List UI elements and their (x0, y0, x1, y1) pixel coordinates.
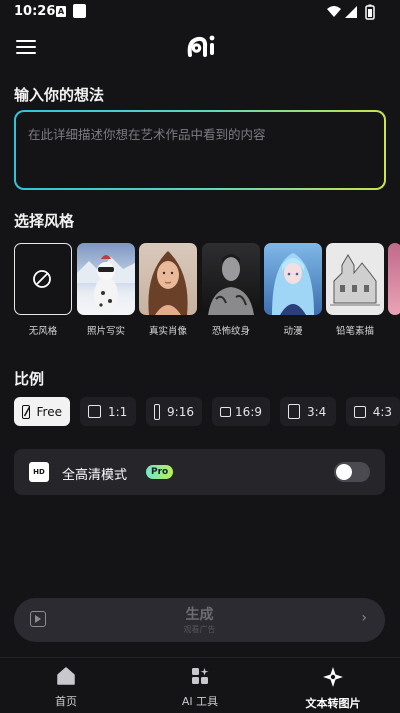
pro-badge: Pro (146, 465, 174, 479)
style-item-tattoo[interactable]: 恐怖纹身 (202, 243, 260, 337)
nav-item-text-to-image[interactable]: 文本转图片 (288, 666, 378, 711)
style-label: 照片写实 (86, 326, 125, 337)
hd-mode-card: HD 全高清模式 Pro (14, 449, 385, 495)
prompt-input-placeholder[interactable]: 在此详细描述你想在艺术作品中看到的内容 (28, 124, 266, 143)
generate-button[interactable]: 生成 观看广告 › (14, 598, 385, 642)
nav-label-text-to-image: 文本转图片 (305, 697, 361, 710)
style-portrait-thumb[interactable] (139, 243, 197, 315)
ratio-label: Free (36, 404, 62, 419)
style-label: 铅笔素描 (335, 326, 374, 337)
nav-label-home: 首页 (55, 695, 77, 708)
generate-sublabel: 观看广告 (183, 625, 216, 634)
free-ratio-icon (22, 404, 31, 419)
ratio-option-1-1[interactable]: 1:1 (80, 397, 136, 426)
ratio-option-3-4[interactable]: 3:4 (280, 397, 336, 426)
wifi-signal-battery-icon (327, 4, 375, 20)
style-item-photo[interactable]: 照片写实 (77, 243, 135, 337)
hd-mode-toggle[interactable] (334, 462, 370, 482)
style-label: 真实肖像 (148, 326, 187, 337)
style-label: 动漫 (283, 326, 303, 337)
style-tattoo-thumb[interactable] (202, 243, 260, 315)
ratio-label: 9:16 (167, 404, 194, 419)
landscape-ratio-icon (220, 406, 232, 417)
app-logo (186, 33, 216, 66)
chevron-right-icon: › (361, 610, 367, 626)
status-bar: 10:26 A (0, 0, 400, 24)
style-item-pencil[interactable]: 铅笔素描 (326, 243, 384, 337)
hd-mode-label: 全高清模式 (62, 468, 128, 483)
style-item-anime[interactable]: 动漫 (264, 243, 322, 337)
style-pencil-thumb[interactable] (326, 243, 384, 315)
ratio-option-free[interactable]: Free (14, 397, 70, 426)
ratio-label: 4:3 (372, 404, 392, 419)
hd-icon: HD (29, 462, 49, 482)
landscape-ratio-icon (354, 405, 366, 418)
bottom-nav: 首页 AI 工具 文本转图片 (0, 657, 400, 713)
style-item-portrait[interactable]: 真实肖像 (139, 243, 197, 337)
sparkle-icon (323, 667, 343, 687)
toggle-knob (336, 464, 352, 480)
no-style-icon (33, 270, 51, 288)
style-photo-thumb[interactable] (77, 243, 135, 315)
ratio-label: 3:4 (307, 404, 327, 419)
notification-a-icon: A (56, 6, 66, 17)
menu-icon[interactable] (16, 40, 36, 54)
style-label: 恐怖纹身 (211, 326, 250, 337)
style-label: 无风格 (28, 326, 58, 337)
style-item-none[interactable]: 无风格 (14, 243, 72, 337)
nav-item-home[interactable]: 首页 (21, 666, 111, 709)
prompt-section-title: 输入你的想法 (14, 86, 105, 104)
ratio-option-4-3[interactable]: 4:3 (346, 397, 400, 426)
status-icons (326, 4, 386, 24)
style-none-thumb[interactable] (14, 243, 72, 315)
ratio-section-title: 比例 (14, 370, 45, 388)
style-partial-thumb[interactable] (388, 243, 400, 315)
square-ratio-icon (88, 405, 101, 418)
home-icon (57, 667, 75, 685)
status-time: 10:26 (14, 4, 56, 19)
portrait-ratio-icon (288, 404, 300, 419)
generate-label: 生成 (185, 607, 214, 623)
nav-item-ai-tools[interactable]: AI 工具 (155, 666, 245, 709)
prompt-input-frame[interactable]: 在此详细描述你想在艺术作品中看到的内容 (14, 110, 386, 190)
style-anime-thumb[interactable] (264, 243, 322, 315)
ai-tools-icon (192, 668, 209, 684)
ratio-option-16-9[interactable]: 16:9 (212, 397, 270, 426)
style-section-title: 选择风格 (14, 212, 75, 230)
notification-square-icon (73, 4, 86, 18)
nav-label-ai-tools: AI 工具 (181, 695, 219, 708)
ratio-option-9-16[interactable]: 9:16 (146, 397, 202, 426)
ratio-label: 1:1 (108, 404, 128, 419)
ratio-label: 16:9 (235, 404, 262, 419)
portrait-ratio-icon (154, 403, 161, 420)
style-item-partial[interactable] (388, 243, 400, 315)
